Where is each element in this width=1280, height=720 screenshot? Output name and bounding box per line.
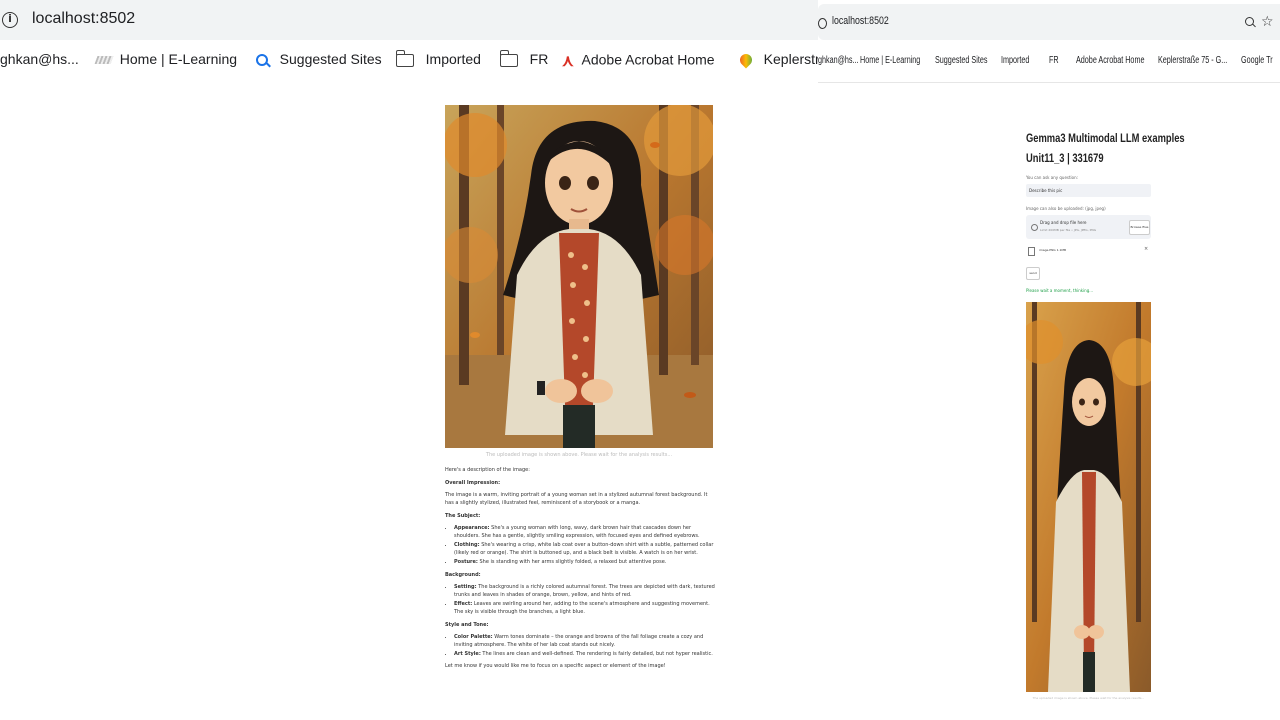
- question-label: You can ask any question:: [1026, 175, 1078, 180]
- list-item: Setting: The background is a richly colo…: [454, 583, 715, 599]
- bookmark-item[interactable]: Home | E-Learning: [860, 55, 920, 66]
- item-label: Color Palette:: [454, 634, 493, 640]
- bookmark-label: Suggested Sites: [279, 51, 382, 67]
- bookmark-item[interactable]: Imported: [1001, 55, 1029, 66]
- uploaded-portrait-image: [445, 105, 713, 448]
- bookmark-label: ghkan@hs...: [0, 51, 79, 67]
- subject-list: Appearance: She's a young woman with lon…: [445, 524, 715, 566]
- item-text: She is standing with her arms slightly f…: [479, 559, 667, 565]
- item-label: Clothing:: [454, 542, 480, 548]
- maps-pin-icon: [737, 51, 755, 69]
- bookmark-item[interactable]: Keplerstr: [737, 51, 818, 69]
- bookmark-star-icon[interactable]: ☆: [1261, 14, 1274, 30]
- item-label: Posture:: [454, 559, 478, 565]
- style-list: Color Palette: Warm tones dominate – the…: [445, 633, 715, 658]
- adobe-acrobat-icon: ⋏: [562, 53, 574, 70]
- item-text: The background is a richly colored autum…: [454, 584, 715, 598]
- folder-icon: [395, 49, 414, 67]
- item-text: The lines are clean and well-defined. Th…: [482, 651, 713, 657]
- site-info-icon[interactable]: [2, 12, 18, 28]
- overall-text: The image is a warm, inviting portrait o…: [445, 492, 708, 506]
- image-caption: The uploaded image is shown above. Pleas…: [485, 452, 673, 458]
- page-title: Gemma3 Multimodal LLM examples Unit11_3 …: [1026, 128, 1185, 168]
- bookmark-label: FR: [529, 51, 549, 67]
- question-input[interactable]: Describe this pic: [1026, 184, 1151, 197]
- folder-icon: [499, 49, 518, 67]
- url-text[interactable]: localhost:8502: [832, 15, 889, 27]
- address-bar[interactable]: localhost:8502: [0, 0, 818, 40]
- bookmark-item[interactable]: Imported: [395, 49, 481, 67]
- list-item: Clothing: She's wearing a crisp, white l…: [454, 541, 715, 557]
- bookmark-item[interactable]: ghkan@hs...: [818, 55, 859, 66]
- item-label: Effect:: [454, 601, 473, 607]
- right-browser-window: localhost:8502 ☆ ghkan@hs... Home | E-Le…: [818, 0, 1280, 720]
- dropzone-limit: Limit 200MB per file • JPG, JPEG, PNG: [1040, 228, 1097, 232]
- bookmark-item[interactable]: Adobe Acrobat Home: [1076, 55, 1144, 66]
- bookmark-item[interactable]: Suggested Sites: [256, 51, 382, 67]
- elearning-icon: [94, 56, 114, 65]
- item-label: Appearance:: [454, 525, 490, 531]
- bookmark-label: Adobe Acrobat Home: [581, 51, 715, 68]
- uploaded-file-row: image.PNG 1.1MB ×: [1026, 246, 1151, 258]
- style-heading: Style and Tone:: [445, 622, 489, 628]
- upload-cloud-icon: [1031, 224, 1038, 231]
- search-icon: [256, 54, 268, 67]
- bookmark-item[interactable]: Home | E-Learning: [94, 51, 238, 67]
- left-browser-window: localhost:8502 ghkan@hs... Home | E-Lear…: [0, 0, 818, 720]
- title-line-2: Unit11_3 | 331679: [1026, 151, 1104, 165]
- item-label: Setting:: [454, 584, 477, 590]
- list-item: Posture: She is standing with her arms s…: [454, 558, 715, 566]
- bookmark-item[interactable]: Suggested Sites: [935, 55, 987, 66]
- bookmark-label: Keplerstr: [763, 51, 818, 67]
- description-closing: Let me know if you would like me to focu…: [445, 663, 666, 669]
- item-text: She's wearing a crisp, white lab coat ov…: [454, 542, 714, 556]
- url-text[interactable]: localhost:8502: [32, 10, 135, 28]
- list-item: Effect: Leaves are swirling around her, …: [454, 600, 715, 616]
- overall-heading: Overall Impression:: [445, 480, 501, 486]
- uploaded-portrait-image: [1026, 302, 1151, 692]
- bookmark-item[interactable]: FR: [499, 49, 549, 67]
- file-icon: [1028, 247, 1035, 256]
- title-line-1: Gemma3 Multimodal LLM examples: [1026, 131, 1185, 145]
- divider: [818, 82, 1280, 83]
- remove-file-icon[interactable]: ×: [1144, 246, 1148, 252]
- analysis-description: Here's a description of the image: Overa…: [445, 466, 715, 674]
- list-item: Art Style: The lines are clean and well-…: [454, 650, 715, 658]
- item-text: She's a young woman with long, wavy, dar…: [454, 525, 700, 539]
- address-bar[interactable]: localhost:8502 ☆: [818, 4, 1280, 40]
- list-item: Color Palette: Warm tones dominate – the…: [454, 633, 715, 649]
- browse-files-button[interactable]: Browse files: [1129, 220, 1150, 235]
- send-button[interactable]: send: [1026, 267, 1040, 280]
- bookmark-label: Imported: [425, 51, 481, 67]
- description-intro: Here's a description of the image:: [445, 467, 530, 473]
- upload-label: Image can also be uploaded: (jpg, jpeg): [1026, 206, 1106, 211]
- subject-heading: The Subject:: [445, 513, 481, 519]
- item-text: Leaves are swirling around her, adding t…: [454, 601, 710, 615]
- file-dropzone[interactable]: Drag and drop file here Limit 200MB per …: [1026, 215, 1151, 239]
- list-item: Appearance: She's a young woman with lon…: [454, 524, 715, 540]
- status-text: Please wait a moment, thinking...: [1026, 288, 1094, 293]
- bookmark-item[interactable]: FR: [1049, 55, 1059, 66]
- dropzone-text: Drag and drop file here: [1040, 220, 1087, 225]
- bookmark-item[interactable]: Google Tr: [1241, 55, 1273, 66]
- bookmark-item[interactable]: ⋏ Adobe Acrobat Home: [562, 51, 715, 71]
- file-name: image.PNG 1.1MB: [1039, 248, 1067, 252]
- site-info-icon[interactable]: [818, 18, 827, 29]
- bookmarks-bar: ghkan@hs... Home | E-Learning Suggested …: [0, 44, 818, 76]
- background-heading: Background:: [445, 572, 481, 578]
- zoom-icon[interactable]: [1245, 17, 1254, 26]
- bookmark-label: Home | E-Learning: [119, 51, 238, 67]
- bookmark-item[interactable]: ghkan@hs...: [0, 51, 79, 67]
- bookmark-item[interactable]: Keplerstraße 75 - G...: [1158, 55, 1227, 66]
- image-caption: The uploaded image is shown above. Pleas…: [1032, 696, 1145, 700]
- background-list: Setting: The background is a richly colo…: [445, 583, 715, 616]
- bookmarks-bar: ghkan@hs... Home | E-Learning Suggested …: [818, 52, 1280, 72]
- item-label: Art Style:: [454, 651, 481, 657]
